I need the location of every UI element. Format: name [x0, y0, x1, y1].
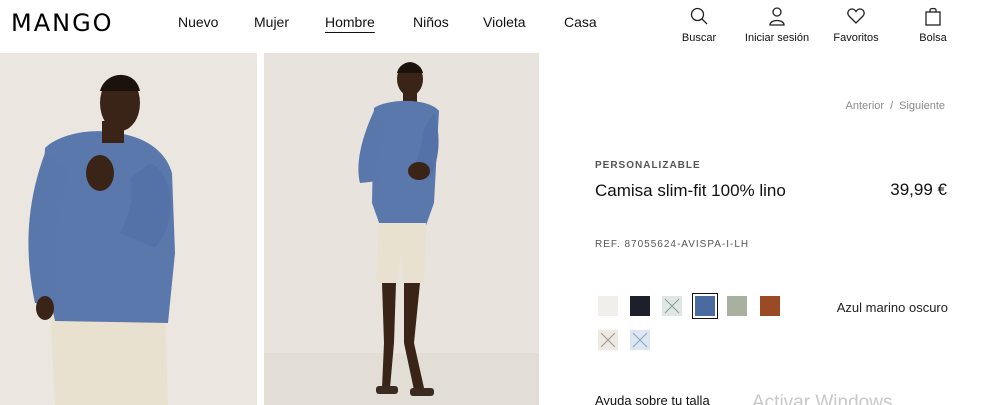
color-swatch-navy-selected[interactable] — [692, 293, 718, 319]
product-title: Camisa slim-fit 100% lino — [595, 181, 786, 200]
color-swatch-mint-unavailable[interactable] — [662, 296, 682, 316]
selected-color-name: Azul marino oscuro — [836, 300, 948, 315]
size-help-link[interactable]: Ayuda sobre tu talla — [595, 393, 710, 405]
color-swatch-white[interactable] — [598, 296, 618, 316]
favorites-label: Favoritos — [833, 32, 879, 44]
favorites-button[interactable]: Favoritos — [831, 6, 881, 44]
login-label: Iniciar sesión — [744, 32, 810, 44]
bag-label: Bolsa — [919, 32, 947, 44]
product-tag: PERSONALIZABLE — [595, 160, 701, 171]
breadcrumb-prev[interactable]: Anterior — [846, 100, 885, 112]
site-header: MANGO Nuevo Mujer Hombre Niños Violeta C… — [0, 0, 983, 52]
login-button[interactable]: Iniciar sesión — [742, 6, 812, 44]
product-reference: REF. 87055624-AVISPA-I-LH — [595, 239, 750, 250]
search-icon — [690, 7, 708, 25]
unavailable-cross-icon — [632, 332, 648, 348]
model-front-illustration — [0, 53, 257, 405]
breadcrumb-separator: / — [890, 100, 894, 112]
header-actions: Buscar Iniciar sesión Favoritos Bolsa — [0, 6, 983, 46]
breadcrumb-next[interactable]: Siguiente — [899, 100, 945, 112]
unavailable-cross-icon — [600, 332, 616, 348]
breadcrumb: Anterior / Siguiente — [843, 100, 948, 112]
search-label: Buscar — [681, 32, 717, 44]
bag-button[interactable]: Bolsa — [918, 6, 948, 44]
color-swatch-lightblue-unavailable[interactable] — [630, 330, 650, 350]
color-swatch-rust[interactable] — [760, 296, 780, 316]
color-swatch-sage[interactable] — [727, 296, 747, 316]
product-image-front[interactable] — [0, 53, 257, 405]
windows-activation-watermark: Activar Windows — [752, 392, 893, 405]
bag-icon — [925, 7, 941, 26]
user-icon — [769, 7, 785, 26]
color-swatch-black[interactable] — [630, 296, 650, 316]
product-price: 39,99 € — [890, 180, 947, 199]
unavailable-cross-icon — [664, 298, 680, 314]
color-swatch-beige-unavailable[interactable] — [598, 330, 618, 350]
heart-icon — [847, 8, 865, 24]
search-button[interactable]: Buscar — [680, 6, 718, 44]
model-full-illustration — [264, 53, 539, 405]
product-image-full[interactable] — [264, 53, 539, 405]
